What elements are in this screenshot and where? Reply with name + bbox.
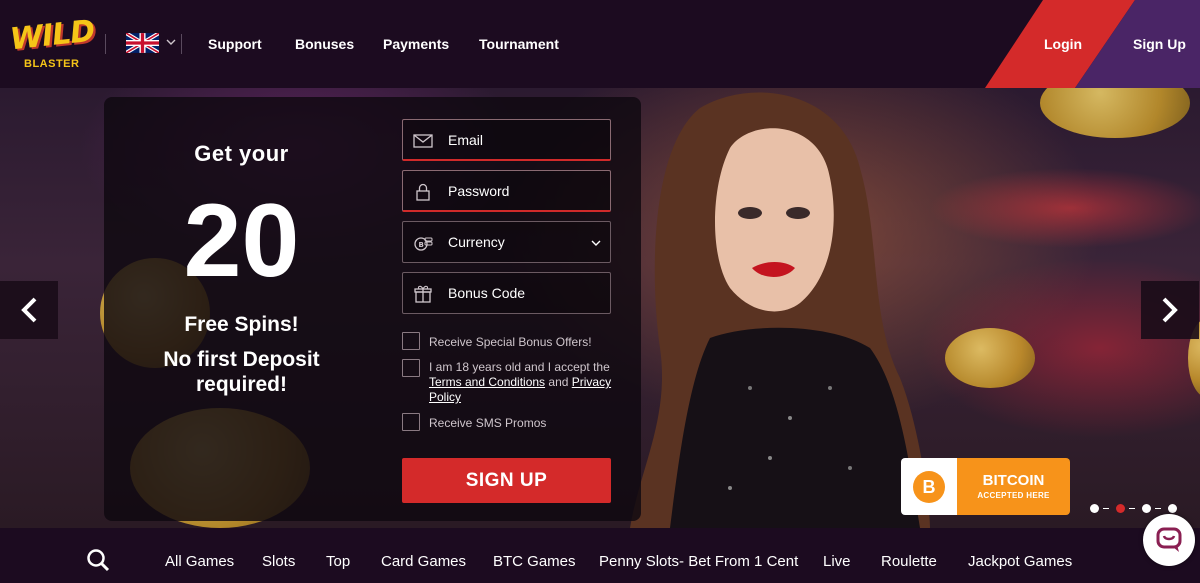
category-live[interactable]: Live [823, 553, 851, 570]
login-button[interactable]: Login [1044, 36, 1082, 52]
sms-promos-checkbox[interactable] [402, 413, 420, 431]
chevron-down-icon[interactable] [165, 36, 177, 48]
category-jackpot-games[interactable]: Jackpot Games [968, 553, 1072, 570]
bonus-code-placeholder: Bonus Code [448, 285, 526, 301]
password-placeholder: Password [448, 183, 510, 199]
and-text: and [545, 375, 572, 389]
slider-dot-active[interactable] [1116, 504, 1125, 513]
live-chat-button[interactable] [1143, 514, 1195, 566]
chevron-down-icon [591, 240, 601, 246]
currency-select[interactable]: B Currency [402, 221, 611, 263]
slider-dot-separator [1103, 508, 1109, 509]
slider-dot-separator [1129, 508, 1135, 509]
logo-blaster-text: BLASTER [24, 58, 80, 70]
bonus-offers-label: Receive Special Bonus Offers! [429, 335, 592, 349]
bitcoin-accepted-badge: B BITCOIN ACCEPTED HERE [901, 458, 1070, 515]
promo-no-deposit: No first Deposit required! [104, 347, 379, 397]
divider [105, 34, 106, 54]
hero-banner: Get your 20 Free Spins! No first Deposit… [0, 88, 1200, 528]
signup-header-button[interactable]: Sign Up [1133, 36, 1186, 52]
slider-dot[interactable] [1090, 504, 1099, 513]
category-all-games[interactable]: All Games [165, 553, 234, 570]
category-top[interactable]: Top [326, 553, 350, 570]
envelope-icon [413, 134, 433, 148]
coin-decoration [945, 328, 1035, 388]
slider-dot-separator [1155, 508, 1161, 509]
uk-flag-icon[interactable] [126, 33, 159, 53]
category-penny-slots[interactable]: Penny Slots- Bet From 1 Cent [599, 553, 798, 570]
password-field[interactable]: Password [402, 170, 611, 212]
bitcoin-icon: B [913, 471, 945, 503]
nav-bonuses[interactable]: Bonuses [295, 36, 354, 52]
chevron-right-icon [1162, 297, 1178, 323]
bonus-offers-checkbox[interactable] [402, 332, 420, 350]
nav-tournament[interactable]: Tournament [479, 36, 559, 52]
search-icon[interactable] [86, 548, 110, 572]
model-image [630, 92, 930, 528]
lock-icon [416, 183, 430, 201]
promo-no-deposit-line1: No first Deposit [163, 348, 320, 371]
logo-wild-text: WILD [8, 13, 96, 58]
age-terms-checkbox[interactable] [402, 359, 420, 377]
coin-decoration [1040, 88, 1190, 138]
terms-link[interactable]: Terms and Conditions [429, 375, 545, 389]
divider [181, 34, 182, 54]
bitcoin-badge-logo-area: B [901, 458, 957, 515]
category-btc-games[interactable]: BTC Games [493, 553, 576, 570]
logo[interactable]: WILD BLASTER [8, 14, 100, 76]
age-terms-label: I am 18 years old and I accept the Terms… [429, 360, 619, 405]
slider-next-button[interactable] [1141, 281, 1199, 339]
sms-promos-label: Receive SMS Promos [429, 416, 547, 430]
nav-support[interactable]: Support [208, 36, 262, 52]
top-header: WILD BLASTER Support Bonuses Payments To… [0, 0, 1200, 88]
chevron-left-icon [21, 297, 37, 323]
game-categories-bar: All Games Slots Top Card Games BTC Games… [0, 528, 1200, 583]
promo-free-spins: Free Spins! [184, 313, 299, 336]
email-field[interactable]: Email [402, 119, 611, 161]
age-terms-text: I am 18 years old and I accept the [429, 360, 610, 374]
slider-dot[interactable] [1142, 504, 1151, 513]
category-roulette[interactable]: Roulette [881, 553, 937, 570]
bonus-code-field[interactable]: Bonus Code [402, 272, 611, 314]
category-slots[interactable]: Slots [262, 553, 295, 570]
slider-prev-button[interactable] [0, 281, 58, 339]
chat-icon [1156, 527, 1182, 552]
signup-submit-button[interactable]: SIGN UP [402, 458, 611, 503]
promo-number: 20 [183, 183, 300, 299]
promo-no-deposit-line2: required! [195, 373, 287, 396]
promo-heading: Get your [194, 141, 289, 166]
slider-dot[interactable] [1168, 504, 1177, 513]
signup-card: Get your 20 Free Spins! No first Deposit… [104, 97, 641, 521]
email-placeholder: Email [448, 132, 484, 148]
coins-icon: B [414, 237, 433, 251]
svg-text:B: B [419, 241, 424, 249]
bitcoin-title: BITCOIN [982, 472, 1045, 489]
bitcoin-badge-text-area: BITCOIN ACCEPTED HERE [957, 458, 1070, 515]
currency-label: Currency [448, 234, 505, 250]
category-card-games[interactable]: Card Games [381, 553, 466, 570]
nav-payments[interactable]: Payments [383, 36, 449, 52]
gift-icon [414, 285, 432, 303]
bitcoin-subtitle: ACCEPTED HERE [977, 491, 1050, 500]
